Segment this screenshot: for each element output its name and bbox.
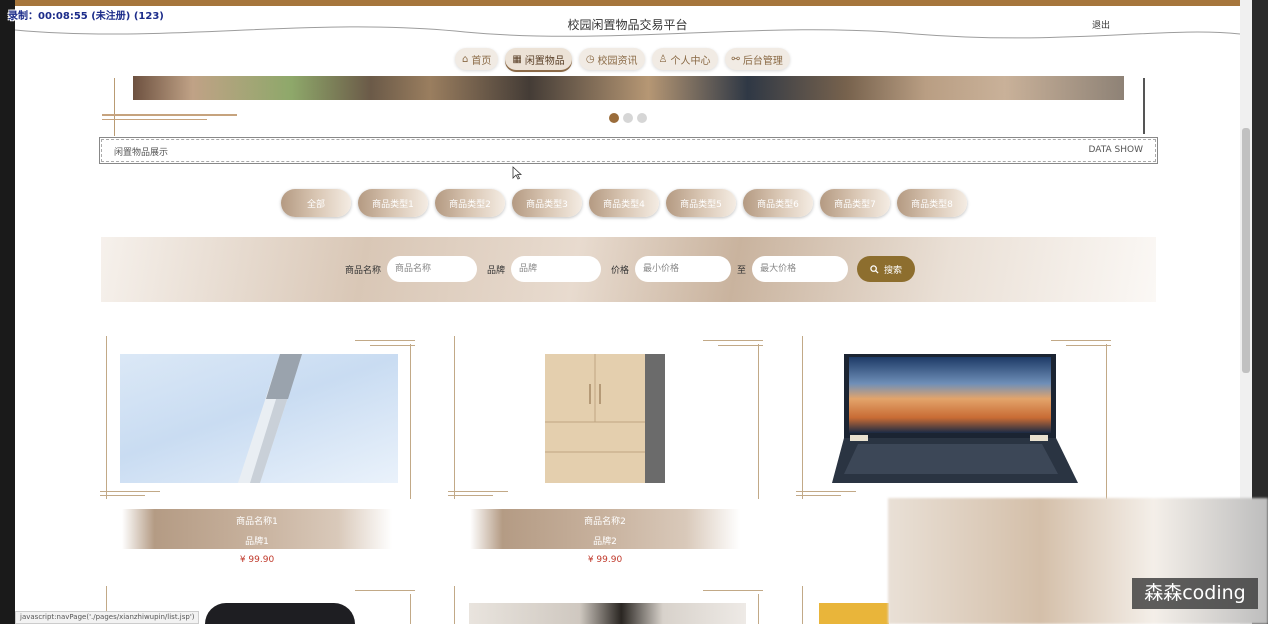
product-name-label: 商品名称 [345, 265, 382, 276]
product-price: ¥ 99.90 [587, 555, 623, 565]
link-icon: ⚯ [731, 53, 740, 65]
product-name: 商品名称1 [236, 517, 278, 527]
card-frame [1051, 340, 1111, 341]
nav-goods[interactable]: ▦ 闲置物品 [505, 48, 572, 70]
card-frame [410, 594, 411, 624]
category-filter: 全部 商品类型1 商品类型2 商品类型3 商品类型4 商品类型5 商品类型6 商… [281, 189, 967, 217]
card-frame [454, 336, 455, 499]
product-image[interactable] [469, 603, 746, 624]
nav-news-label: 校园资讯 [597, 55, 638, 67]
mouse-cursor-icon [512, 166, 522, 180]
card-frame [703, 340, 763, 341]
product-name: 商品名称2 [584, 517, 626, 527]
card-frame [703, 590, 763, 591]
category-type-2[interactable]: 商品类型2 [435, 189, 505, 217]
laptop-illustration [832, 354, 1078, 483]
main-nav: ⌂ 首页 ▦ 闲置物品 ◷ 校园资讯 ♙ 个人中心 ⚯ 后台管理 [455, 48, 790, 70]
card-frame [355, 340, 415, 341]
product-image[interactable] [832, 354, 1078, 483]
product-image[interactable] [545, 354, 665, 483]
brand-input[interactable] [511, 256, 602, 282]
carousel-dot[interactable] [623, 113, 633, 123]
search-button[interactable]: 搜索 [857, 256, 916, 282]
section-header: 闲置物品展示 DATA SHOW [99, 137, 1158, 164]
category-type-7[interactable]: 商品类型7 [820, 189, 890, 217]
card-frame [1066, 345, 1111, 346]
skincare-bottle-illustration [238, 354, 302, 483]
card-frame [370, 345, 415, 346]
max-price-input[interactable] [752, 256, 849, 282]
card-frame [796, 495, 841, 496]
card-frame [100, 491, 160, 492]
card-frame [106, 336, 107, 499]
nav-home-label: 首页 [471, 55, 492, 67]
card-frame [448, 491, 508, 492]
price-label: 价格 [611, 265, 630, 276]
scrollbar-thumb[interactable] [1242, 128, 1250, 373]
card-frame [448, 495, 493, 496]
product-brand: 品牌1 [245, 537, 269, 547]
category-type-5[interactable]: 商品类型5 [666, 189, 736, 217]
banner-frame-right [1143, 78, 1145, 134]
category-type-8[interactable]: 商品类型8 [897, 189, 967, 217]
carousel-dot[interactable] [637, 113, 647, 123]
brand-label: 品牌 [487, 265, 506, 276]
status-bar-url: javascript:navPage('./pages/xianzhiwupin… [15, 611, 200, 624]
nav-profile[interactable]: ♙ 个人中心 [651, 48, 718, 70]
card-frame [796, 491, 856, 492]
watermark: 森森coding [1132, 578, 1258, 609]
refrigerator-illustration [545, 354, 665, 483]
nav-goods-label: 闲置物品 [524, 55, 565, 67]
card-frame [718, 345, 763, 346]
banner-frame-left [114, 78, 115, 136]
card-frame [100, 495, 145, 496]
site-title: 校园闲置物品交易平台 [567, 18, 688, 32]
card-frame [802, 586, 803, 624]
card-frame [758, 594, 759, 624]
recording-overlay-text: 录制：00:08:55 (未注册) (123) [8, 11, 164, 22]
goods-icon: ▦ [512, 53, 522, 65]
banner-image[interactable] [133, 76, 1124, 100]
banner-decoration-line [102, 119, 207, 120]
logout-link[interactable]: 退出 [1092, 18, 1110, 31]
product-brand: 品牌2 [593, 537, 617, 547]
min-price-input[interactable] [635, 256, 732, 282]
user-icon: ♙ [658, 53, 668, 65]
product-image[interactable] [205, 603, 355, 624]
section-title: 闲置物品展示 [114, 148, 169, 158]
product-image[interactable] [819, 603, 889, 624]
nav-home[interactable]: ⌂ 首页 [455, 48, 499, 70]
carousel-dot[interactable] [609, 113, 619, 123]
nav-admin[interactable]: ⚯ 后台管理 [724, 48, 790, 70]
category-type-4[interactable]: 商品类型4 [589, 189, 659, 217]
section-subtitle: DATA SHOW [1088, 145, 1143, 155]
nav-admin-label: 后台管理 [742, 55, 783, 67]
product-name-input[interactable] [387, 256, 478, 282]
product-price: ¥ 99.90 [239, 555, 275, 565]
search-icon [870, 264, 879, 274]
nav-news[interactable]: ◷ 校园资讯 [578, 48, 645, 70]
category-all[interactable]: 全部 [281, 189, 351, 217]
product-image[interactable] [120, 354, 398, 483]
card-frame [355, 590, 415, 591]
card-frame [802, 336, 803, 499]
screen: 校园闲置物品交易平台 退出 ⌂ 首页 ▦ 闲置物品 ◷ 校园资讯 ♙ 个人中心 … [0, 0, 1268, 624]
price-range-separator: 至 [737, 265, 747, 276]
card-frame [1106, 344, 1107, 499]
search-form: 商品名称 品牌 价格 至 搜索 [345, 256, 916, 282]
search-button-label: 搜索 [884, 265, 903, 276]
card-frame [758, 344, 759, 499]
card-frame [454, 586, 455, 624]
product-card[interactable]: 商品名称2 品牌2 ¥ 99.90 [448, 336, 763, 566]
nav-profile-label: 个人中心 [670, 55, 711, 67]
category-type-6[interactable]: 商品类型6 [743, 189, 813, 217]
home-icon: ⌂ [462, 53, 469, 65]
clock-icon: ◷ [585, 53, 595, 65]
carousel-dots [609, 113, 647, 123]
category-type-3[interactable]: 商品类型3 [512, 189, 582, 217]
banner-decoration-line [102, 114, 237, 116]
product-card[interactable]: 商品名称1 品牌1 ¥ 99.90 [100, 336, 415, 566]
card-frame [410, 344, 411, 499]
category-type-1[interactable]: 商品类型1 [358, 189, 428, 217]
